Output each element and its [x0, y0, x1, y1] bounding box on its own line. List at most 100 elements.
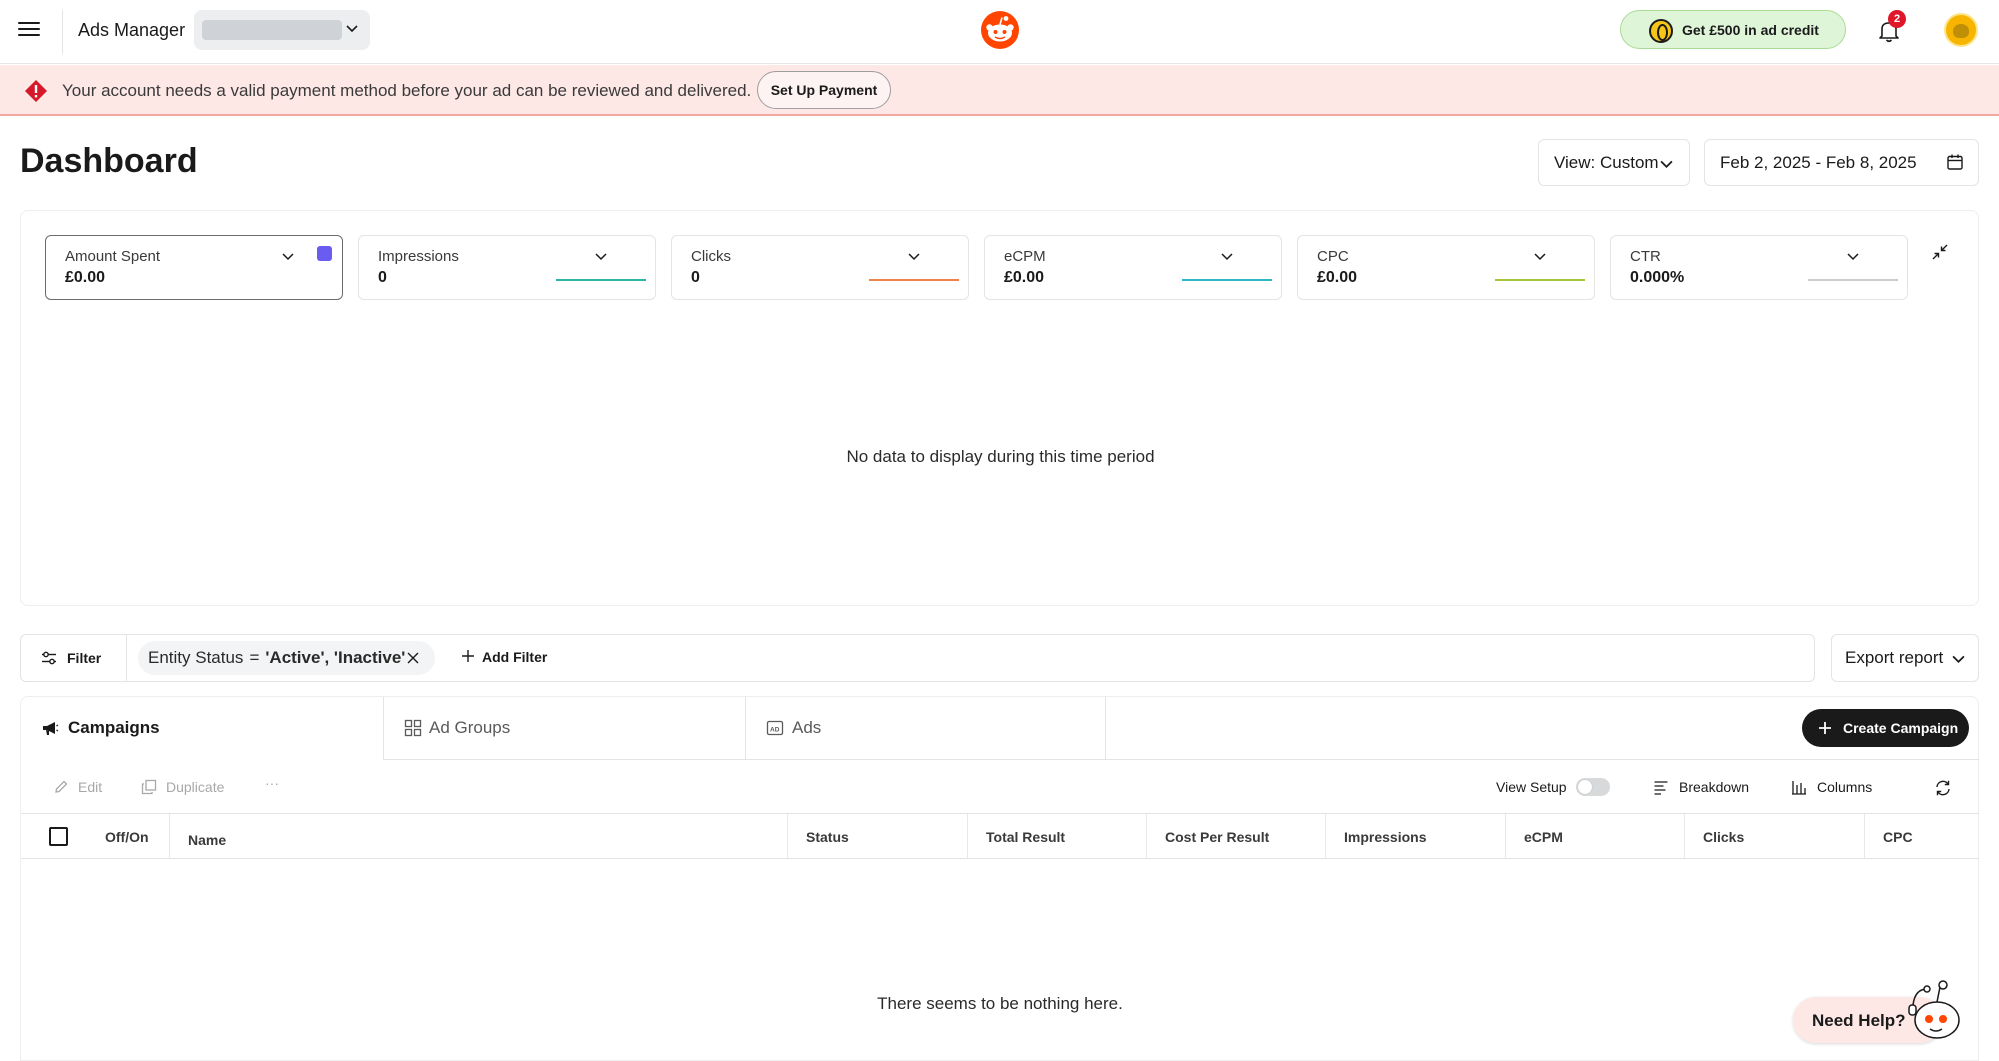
breakdown-button[interactable]: Breakdown: [1653, 779, 1749, 795]
column-header-name[interactable]: Name: [169, 814, 787, 859]
need-help-button[interactable]: Need Help?: [1793, 975, 1965, 1045]
date-range-picker[interactable]: Feb 2, 2025 - Feb 8, 2025: [1704, 139, 1979, 186]
empty-table-message: There seems to be nothing here.: [877, 994, 1123, 1013]
reddit-logo-icon[interactable]: [981, 11, 1019, 49]
ad-icon: AD: [766, 720, 784, 736]
add-filter-button[interactable]: Add Filter: [461, 649, 547, 665]
user-avatar[interactable]: [1944, 13, 1978, 47]
filter-chip[interactable]: Entity Status = 'Active', 'Inactive': [138, 641, 435, 675]
tab-ads[interactable]: AD Ads: [745, 697, 1106, 760]
chevron-down-icon: [346, 25, 358, 33]
metric-value: 0.000%: [1630, 269, 1685, 286]
column-header-ecpm[interactable]: eCPM: [1505, 814, 1684, 859]
campaigns-table-panel: Campaigns Ad Groups AD Ads Create Campai…: [20, 696, 1979, 1061]
alert-icon: [25, 80, 47, 102]
view-setup-toggle[interactable]: [1576, 778, 1610, 796]
chevron-down-icon[interactable]: [908, 250, 920, 262]
sparkline: [1808, 279, 1898, 281]
megaphone-icon: [43, 722, 59, 735]
duplicate-icon: [141, 779, 157, 795]
page-title: Dashboard: [20, 142, 198, 180]
calendar-icon: [1947, 154, 1963, 170]
metric-label: eCPM: [1004, 248, 1046, 265]
column-header-cost-per-result[interactable]: Cost Per Result: [1146, 814, 1325, 859]
column-header-total-result[interactable]: Total Result: [967, 814, 1146, 859]
tab-label: Campaigns: [68, 717, 160, 737]
create-campaign-button[interactable]: Create Campaign: [1802, 709, 1969, 747]
filter-chip-value: 'Active', 'Inactive': [265, 648, 406, 667]
close-icon[interactable]: [406, 651, 420, 665]
metric-label: Impressions: [378, 248, 459, 265]
ad-credit-label: Get £500 in ad credit: [1682, 22, 1819, 38]
table-header: Off/On Name Status Total Result Cost Per…: [21, 814, 1979, 859]
create-campaign-label: Create Campaign: [1843, 720, 1959, 736]
refresh-icon[interactable]: [1934, 779, 1952, 797]
filter-bar: Filter Entity Status = 'Active', 'Inacti…: [20, 634, 1815, 682]
tab-ad-groups[interactable]: Ad Groups: [383, 697, 745, 760]
column-header-impressions[interactable]: Impressions: [1325, 814, 1505, 859]
columns-icon: [1792, 781, 1806, 795]
filter-chip-key: Entity Status: [148, 648, 244, 667]
metric-label: Amount Spent: [65, 248, 161, 265]
metric-card-clicks[interactable]: Clicks 0: [671, 235, 969, 300]
chevron-down-icon[interactable]: [1534, 250, 1546, 262]
more-options-button[interactable]: ···: [265, 775, 279, 791]
table-toolbar: Edit Duplicate ··· View Setup Breakdown …: [21, 761, 1979, 814]
payment-alert-banner: Your account needs a valid payment metho…: [0, 65, 1999, 116]
top-bar: Ads Manager Get £500 in ad credit 2: [0, 0, 1999, 64]
ad-credit-button[interactable]: Get £500 in ad credit: [1620, 10, 1846, 49]
metric-value: £0.00: [1317, 269, 1358, 286]
metric-value: 0: [691, 269, 700, 286]
chevron-down-icon: [1660, 160, 1673, 168]
view-setup-label: View Setup: [1496, 779, 1567, 795]
metric-value: £0.00: [1004, 269, 1045, 286]
svg-text:AD: AD: [770, 727, 780, 734]
column-header-cpc[interactable]: CPC: [1864, 814, 1979, 859]
need-help-label: Need Help?: [1812, 1011, 1906, 1030]
metric-card-impressions[interactable]: Impressions 0: [358, 235, 656, 300]
metric-card-ecpm[interactable]: eCPM £0.00: [984, 235, 1282, 300]
metric-card-cpc[interactable]: CPC £0.00: [1297, 235, 1595, 300]
view-selector[interactable]: View: Custom: [1538, 139, 1690, 186]
sparkline: [869, 279, 959, 281]
tab-campaigns[interactable]: Campaigns: [21, 697, 383, 760]
notification-badge: 2: [1888, 10, 1906, 28]
metric-label: CTR: [1630, 248, 1661, 265]
metric-card-ctr[interactable]: CTR 0.000%: [1610, 235, 1908, 300]
coin-icon: [1649, 19, 1673, 43]
column-header-clicks[interactable]: Clicks: [1684, 814, 1864, 859]
account-name-redacted: [202, 20, 342, 40]
filter-sliders-icon: [42, 651, 56, 665]
edit-button[interactable]: Edit: [53, 779, 102, 795]
set-up-payment-button[interactable]: Set Up Payment: [757, 71, 891, 109]
view-selector-label: View: Custom: [1554, 152, 1659, 172]
metric-value: £0.00: [65, 269, 106, 286]
chevron-down-icon: [1952, 655, 1965, 663]
metric-label: Clicks: [691, 248, 731, 265]
sparkline: [1182, 279, 1272, 281]
metric-card-amount-spent[interactable]: Amount Spent £0.00: [45, 235, 343, 300]
chevron-down-icon[interactable]: [282, 250, 294, 262]
metric-label: CPC: [1317, 248, 1349, 265]
app-title: Ads Manager: [78, 20, 186, 40]
chevron-down-icon[interactable]: [1847, 250, 1859, 262]
chevron-down-icon[interactable]: [595, 250, 607, 262]
select-all-checkbox[interactable]: [49, 827, 68, 846]
filter-label: Filter: [67, 650, 102, 666]
export-report-button[interactable]: Export report: [1831, 634, 1979, 682]
collapse-icon[interactable]: [1931, 243, 1949, 261]
edit-label: Edit: [78, 779, 103, 795]
duplicate-button[interactable]: Duplicate: [141, 779, 224, 795]
chevron-down-icon[interactable]: [1221, 250, 1233, 262]
no-data-message: No data to display during this time peri…: [846, 447, 1155, 466]
filter-button[interactable]: Filter: [21, 635, 127, 681]
column-header-status[interactable]: Status: [787, 814, 967, 859]
pencil-icon: [55, 780, 68, 793]
sparkline: [1495, 279, 1585, 281]
account-selector[interactable]: [194, 10, 370, 50]
sparkline: [556, 279, 646, 281]
columns-button[interactable]: Columns: [1791, 779, 1872, 795]
menu-icon[interactable]: [18, 18, 40, 38]
plus-icon: [1819, 722, 1831, 734]
filter-chip-operator: =: [249, 648, 260, 667]
